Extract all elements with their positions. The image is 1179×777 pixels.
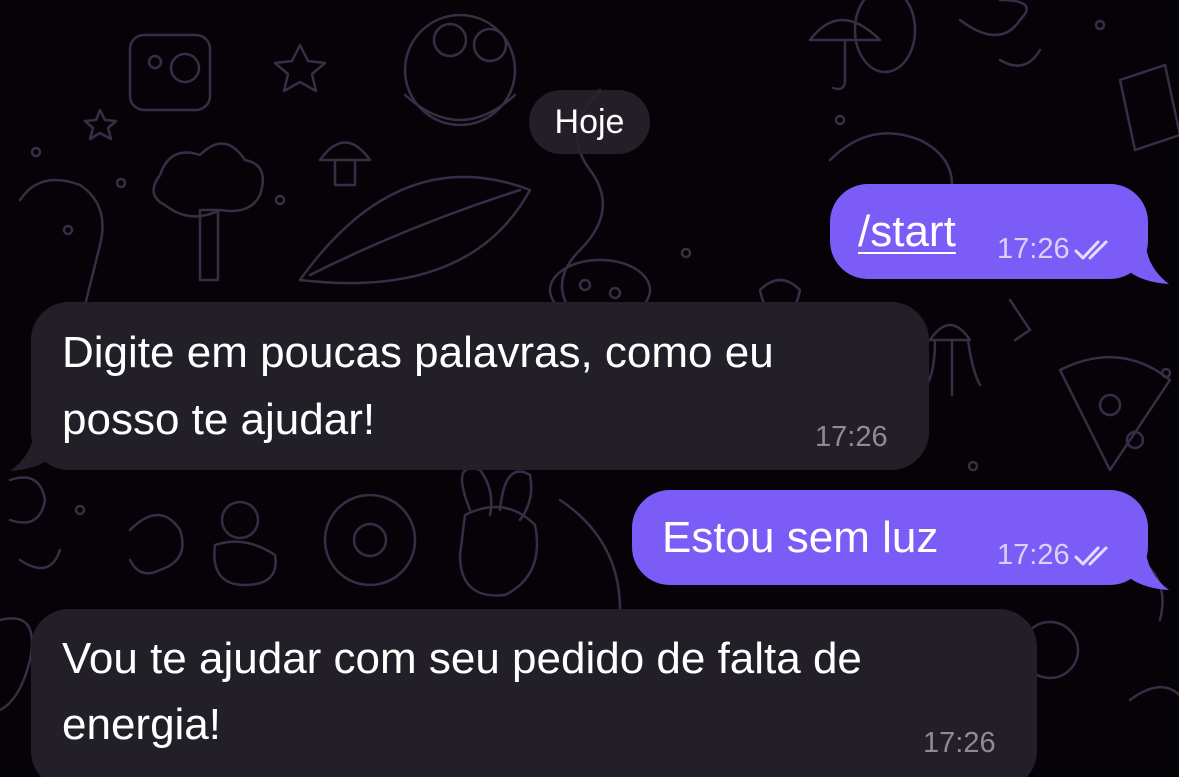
chat-view: Hoje /start 17:26 Digite em poucas palav…: [0, 0, 1179, 777]
message-text-line[interactable]: posso te ajudar!: [62, 390, 375, 450]
double-check-icon: [1074, 546, 1108, 566]
date-separator: Hoje: [529, 90, 650, 154]
double-check-icon: [1074, 240, 1108, 260]
message-meta: 17:26: [997, 232, 1114, 266]
message-time: 17:26: [997, 233, 1070, 265]
bubble-tail-icon: [10, 427, 54, 471]
message-text[interactable]: /start: [858, 202, 956, 262]
message-text-line[interactable]: energia!: [62, 695, 221, 755]
message-time: 17:26: [815, 421, 888, 453]
message-text[interactable]: Estou sem luz: [662, 508, 938, 568]
bot-command-link[interactable]: /start: [858, 207, 956, 256]
message-meta: 17:26: [997, 538, 1114, 572]
bubble-tail-icon: [1125, 240, 1169, 284]
bubble-tail-icon: [1125, 546, 1169, 590]
message-time: 17:26: [997, 539, 1070, 571]
message-text-line[interactable]: Digite em poucas palavras, como eu: [62, 323, 774, 383]
message-text-line[interactable]: Vou te ajudar com seu pedido de falta de: [62, 629, 862, 689]
message-time: 17:26: [923, 727, 996, 759]
